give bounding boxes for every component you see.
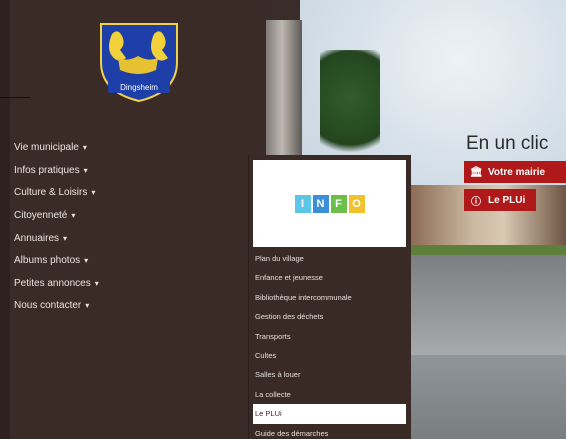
page: Dingsheim Vie municipale ▾ Infos pratiqu… — [0, 0, 566, 439]
submenu-item-enfance-jeunesse[interactable]: Enfance et jeunesse — [253, 268, 406, 287]
submenu-item-salles-a-louer[interactable]: Salles à louer — [253, 365, 406, 384]
menu-item-label: Annuaires — [14, 232, 60, 244]
submenu-item-le-plui[interactable]: Le PLUi — [253, 404, 406, 424]
menu-item-annuaires[interactable]: Annuaires ▾ — [14, 227, 99, 250]
menu-item-label: Nous contacter — [14, 300, 82, 312]
menu-item-label: Culture & Loisirs — [14, 187, 88, 199]
votre-mairie-button[interactable]: 🏛 Votre mairie — [464, 161, 566, 183]
menu-item-label: Petites annonces — [14, 277, 91, 289]
menu-item-albums-photos[interactable]: Albums photos ▾ — [14, 250, 99, 273]
menu-item-label: Vie municipale — [14, 142, 79, 154]
bank-icon: 🏛 — [470, 166, 483, 178]
menu-item-nous-contacter[interactable]: Nous contacter ▾ — [14, 295, 99, 318]
submenu-item-bibliotheque[interactable]: Bibliothèque intercommunale — [253, 288, 406, 307]
menu-item-infos-pratiques[interactable]: Infos pratiques ▾ — [14, 160, 99, 183]
menu-item-label: Citoyenneté — [14, 210, 68, 222]
info-logo: I N F O — [294, 194, 365, 213]
chevron-down-icon: ▾ — [83, 165, 88, 175]
info-letter-n: N — [312, 194, 329, 213]
submenu-item-plan-du-village[interactable]: Plan du village — [253, 249, 406, 268]
info-letter-o: O — [348, 194, 365, 213]
hero-sign-pole — [262, 20, 302, 160]
town-crest-logo[interactable]: Dingsheim — [98, 22, 180, 103]
chevron-down-icon: ▾ — [84, 256, 89, 266]
hero-tree — [320, 50, 380, 170]
side-navigation: Dingsheim Vie municipale ▾ Infos pratiqu… — [0, 0, 266, 439]
nav-edge-strip — [0, 0, 10, 439]
submenu-item-gestion-dechets[interactable]: Gestion des déchets — [253, 307, 406, 326]
info-letter-i: I — [294, 194, 311, 213]
menu-item-petites-annonces[interactable]: Petites annonces ▾ — [14, 273, 99, 296]
le-plui-button[interactable]: ⓘ Le PLUi — [464, 189, 536, 211]
crest-shield-icon: Dingsheim — [100, 23, 178, 103]
chevron-down-icon: ▾ — [85, 301, 90, 311]
crest-caption: Dingsheim — [120, 83, 158, 92]
divider-line — [0, 97, 30, 98]
submenu-item-guide-demarches[interactable]: Guide des démarches — [253, 424, 406, 439]
submenu-item-cultes[interactable]: Cultes — [253, 346, 406, 365]
menu-item-citoyennete[interactable]: Citoyenneté ▾ — [14, 205, 99, 228]
chevron-down-icon: ▾ — [63, 233, 68, 243]
submenu-item-transports[interactable]: Transports — [253, 327, 406, 346]
quick-access-title: En un clic — [466, 133, 549, 154]
infos-pratiques-dropdown: I N F O Plan du village Enfance et jeune… — [248, 155, 411, 439]
menu-item-vie-municipale[interactable]: Vie municipale ▾ — [14, 137, 99, 160]
submenu-item-la-collecte[interactable]: La collecte — [253, 385, 406, 404]
chevron-down-icon: ▾ — [91, 188, 96, 198]
votre-mairie-label: Votre mairie — [488, 166, 546, 178]
hero-road — [410, 255, 566, 355]
submenu-list: Plan du village Enfance et jeunesse Bibl… — [253, 249, 406, 439]
le-plui-label: Le PLUi — [488, 194, 526, 206]
info-banner-image: I N F O — [253, 160, 406, 247]
menu-item-culture-loisirs[interactable]: Culture & Loisirs ▾ — [14, 182, 99, 205]
chevron-down-icon: ▾ — [82, 143, 87, 153]
menu-item-label: Albums photos — [14, 255, 81, 267]
chevron-down-icon: ▾ — [94, 278, 99, 288]
main-menu: Vie municipale ▾ Infos pratiques ▾ Cultu… — [14, 137, 99, 318]
chevron-down-icon: ▾ — [71, 211, 76, 221]
info-icon: ⓘ — [471, 196, 481, 208]
menu-item-label: Infos pratiques — [14, 164, 80, 176]
info-letter-f: F — [330, 194, 347, 213]
